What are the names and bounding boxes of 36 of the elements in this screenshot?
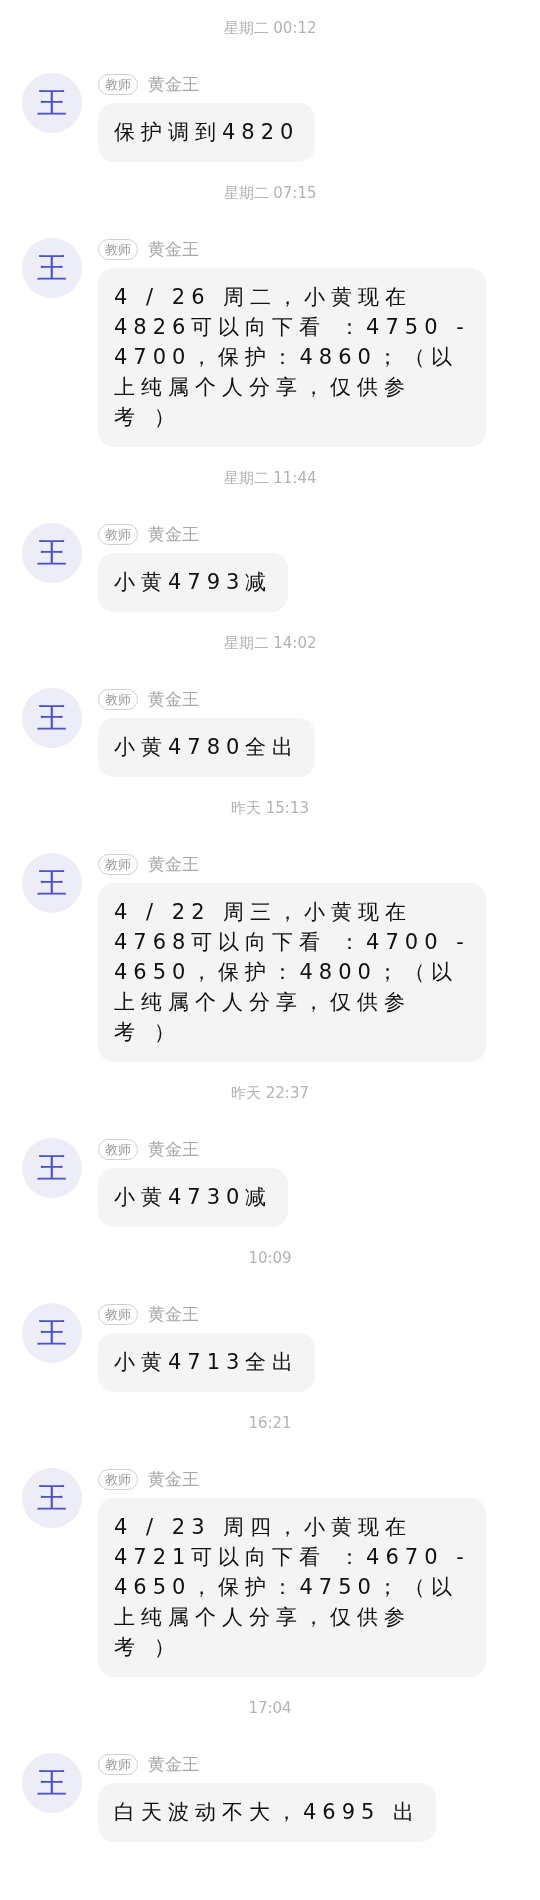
message-time: 16:21 bbox=[248, 1413, 292, 1434]
message-time: 星期二 00:12 bbox=[223, 18, 317, 39]
message-bubble[interactable]: 4 / 22 周三，小黄现在 4768可以向下看 ：4700 - 4650，保护：4800；（以 上纯属个人分享，仅供参 考 ） bbox=[98, 883, 486, 1062]
message-bubble[interactable]: 小黄4730减 bbox=[98, 1168, 289, 1227]
sender-name: 黄金王 bbox=[148, 1752, 199, 1776]
avatar[interactable]: 王 bbox=[22, 853, 82, 913]
sender-name: 黄金王 bbox=[148, 1467, 199, 1491]
sender-name: 黄金王 bbox=[148, 237, 199, 261]
avatar[interactable]: 王 bbox=[22, 688, 82, 748]
message-bubble[interactable]: 白天波动不大，4695 出 bbox=[98, 1783, 437, 1842]
message-bubble[interactable]: 小黄4780全出 bbox=[98, 718, 316, 777]
message-time: 星期二 11:44 bbox=[223, 468, 317, 489]
sender-name: 黄金王 bbox=[148, 522, 199, 546]
message-time: 10:09 bbox=[248, 1248, 292, 1269]
message-bubble[interactable]: 保护调到4820 bbox=[98, 103, 316, 162]
sender-name: 黄金王 bbox=[148, 1302, 199, 1326]
message-bubble[interactable]: 小黄4793减 bbox=[98, 553, 289, 612]
avatar[interactable]: 王 bbox=[22, 1753, 82, 1813]
sender-name: 黄金王 bbox=[148, 687, 199, 711]
avatar[interactable]: 王 bbox=[22, 238, 82, 298]
message-time: 昨天 15:13 bbox=[231, 798, 309, 819]
avatar[interactable]: 王 bbox=[22, 1303, 82, 1363]
message-time: 昨天 22:37 bbox=[231, 1083, 309, 1104]
message-bubble[interactable]: 4 / 26 周二，小黄现在 4826可以向下看 ：4750 - 4700，保护：4860；（以 上纯属个人分享，仅供参 考 ） bbox=[98, 268, 486, 447]
avatar[interactable]: 王 bbox=[22, 73, 82, 133]
message-time: 星期二 14:02 bbox=[223, 633, 317, 654]
avatar[interactable]: 王 bbox=[22, 1138, 82, 1198]
message-bubble[interactable]: 4 / 23 周四，小黄现在 4721可以向下看 ：4670 - 4650，保护：4750；（以 上纯属个人分享，仅供参 考 ） bbox=[98, 1498, 486, 1677]
sender-name: 黄金王 bbox=[148, 852, 199, 876]
message-time: 星期二 07:15 bbox=[223, 183, 317, 204]
message-time: 17:04 bbox=[248, 1698, 292, 1719]
sender-name: 黄金王 bbox=[148, 72, 199, 96]
avatar[interactable]: 王 bbox=[22, 1468, 82, 1528]
message-bubble[interactable]: 小黄4713全出 bbox=[98, 1333, 316, 1392]
avatar[interactable]: 王 bbox=[22, 523, 82, 583]
sender-name: 黄金王 bbox=[148, 1137, 199, 1161]
